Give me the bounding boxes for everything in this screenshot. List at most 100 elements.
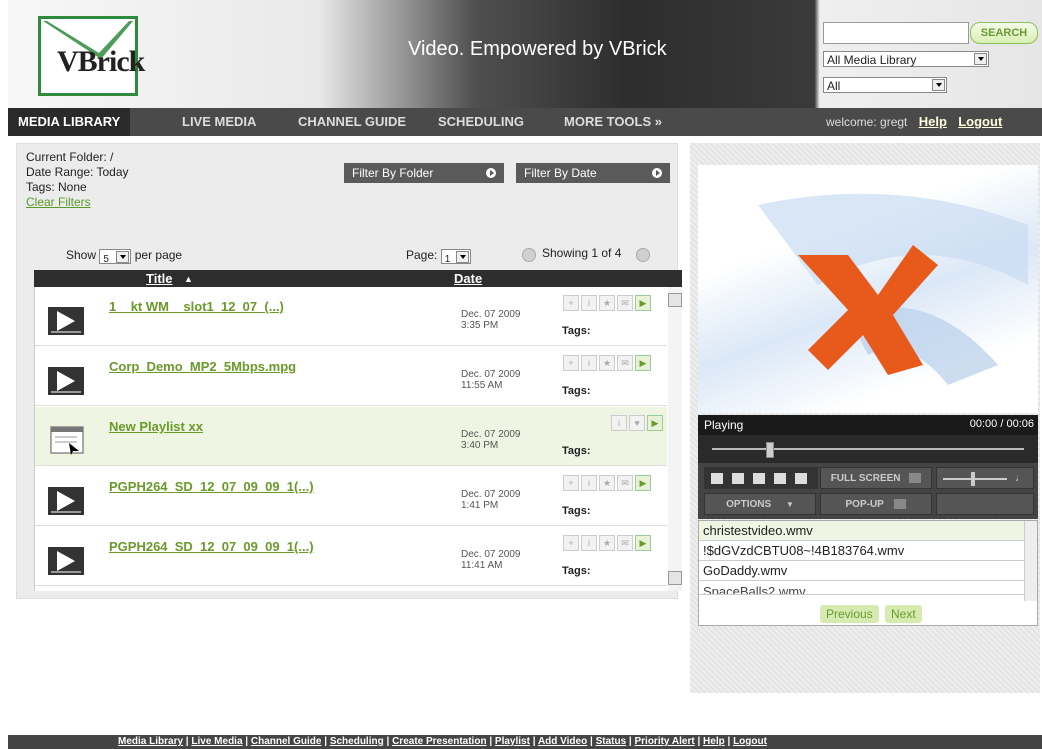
media-title-link[interactable]: 1__kt WM__slot1_12_07_(...): [109, 299, 284, 314]
table-row[interactable]: PGPH264_SD_12_07_09_09_1(...) Dec. 07 20…: [35, 467, 667, 526]
per-page-select[interactable]: 5: [99, 249, 132, 265]
play-icon[interactable]: ▶: [635, 535, 651, 551]
star-icon[interactable]: ★: [599, 355, 615, 371]
footer-separator: |: [383, 736, 393, 747]
page-select[interactable]: 1: [440, 249, 471, 265]
footer-link-playlist[interactable]: Playlist: [495, 736, 530, 747]
pause-icon[interactable]: [732, 473, 744, 484]
add-icon[interactable]: +: [563, 295, 579, 311]
playlist-item[interactable]: christestvideo.wmv: [699, 521, 1025, 541]
info-icon[interactable]: i: [611, 415, 627, 431]
email-icon[interactable]: ✉: [617, 535, 633, 551]
email-icon[interactable]: ✉: [617, 475, 633, 491]
table-row[interactable]: New Playlist xx Dec. 07 2009 3:40 PM Tags…: [35, 407, 667, 466]
playlist-item[interactable]: SpaceBalls2.wmv: [699, 581, 1025, 595]
play-icon[interactable]: ▶: [635, 355, 651, 371]
seek-handle[interactable]: [766, 442, 774, 458]
time-text: 3:35 PM: [461, 320, 499, 331]
add-icon[interactable]: +: [563, 475, 579, 491]
playlist-item[interactable]: GoDaddy.wmv: [699, 561, 1025, 581]
logout-link[interactable]: Logout: [958, 114, 1002, 129]
filter-select[interactable]: All: [823, 77, 947, 93]
play-icon[interactable]: [711, 473, 723, 484]
fast-forward-icon[interactable]: [795, 473, 807, 484]
footer-separator: |: [587, 736, 596, 747]
volume-handle[interactable]: [971, 472, 975, 486]
footer-link-status[interactable]: Status: [596, 736, 627, 747]
clear-filters-link[interactable]: Clear Filters: [26, 195, 129, 210]
media-title-link[interactable]: PGPH264_SD_12_07_09_09_1(...): [109, 539, 314, 554]
sort-up-icon[interactable]: ▲: [184, 274, 193, 284]
options-button[interactable]: OPTIONS ▼: [704, 493, 816, 515]
info-icon[interactable]: i: [581, 535, 597, 551]
play-icon[interactable]: ▶: [635, 295, 651, 311]
prev-page-icon[interactable]: [522, 248, 536, 262]
full-screen-button[interactable]: FULL SCREEN: [820, 467, 932, 489]
table-row[interactable]: 1__kt WM__slot1_12_07_(...) Dec. 07 2009…: [35, 287, 667, 346]
footer-link-media-library[interactable]: Media Library: [118, 736, 183, 747]
footer-link-priority-alert[interactable]: Priority Alert: [634, 736, 694, 747]
vbrick-logo[interactable]: VBrick: [38, 16, 145, 96]
table-row[interactable]: Corp_Demo_MP2_5Mbps.mpg Dec. 07 2009 11:5…: [35, 347, 667, 406]
nav-media-library[interactable]: MEDIA LIBRARY: [8, 108, 131, 136]
scroll-up-icon[interactable]: [668, 293, 682, 307]
footer-link-live-media[interactable]: Live Media: [191, 736, 242, 747]
next-button[interactable]: Next: [885, 605, 922, 623]
row-actions: + i ★ ✉ ▶: [561, 535, 651, 551]
col-date-header[interactable]: Date: [454, 271, 482, 286]
play-icon[interactable]: ▶: [647, 415, 663, 431]
library-select[interactable]: All Media Library: [823, 51, 989, 67]
play-icon[interactable]: ▶: [635, 475, 651, 491]
footer-link-create-presentation[interactable]: Create Presentation: [392, 736, 486, 747]
footer-link-channel-guide[interactable]: Channel Guide: [251, 736, 322, 747]
nav-scheduling[interactable]: SCHEDULING: [438, 108, 524, 136]
footer-links: Media Library | Live Media | Channel Gui…: [118, 735, 767, 749]
chevron-down-icon: ▼: [785, 500, 794, 509]
video-area[interactable]: [698, 165, 1038, 413]
info-icon[interactable]: i: [581, 355, 597, 371]
star-icon[interactable]: ★: [599, 295, 615, 311]
nav-channel-guide[interactable]: CHANNEL GUIDE: [298, 108, 406, 136]
footer-link-scheduling[interactable]: Scheduling: [330, 736, 384, 747]
info-icon[interactable]: i: [581, 295, 597, 311]
nav-live-media[interactable]: LIVE MEDIA: [182, 108, 256, 136]
table-scrollbar[interactable]: [668, 287, 682, 591]
filter-by-date-button[interactable]: Filter By Date: [516, 163, 670, 183]
add-icon[interactable]: +: [563, 355, 579, 371]
email-icon[interactable]: ✉: [617, 295, 633, 311]
playlist-item[interactable]: !$dGVzdCBTU08~!4B183764.wmv: [699, 541, 1025, 561]
popup-button[interactable]: POP-UP: [820, 493, 932, 515]
chevron-down-icon: [455, 251, 469, 263]
playlist-scrollbar[interactable]: [1024, 521, 1037, 601]
media-title-link[interactable]: New Playlist xx: [109, 419, 203, 434]
filter-by-folder-button[interactable]: Filter By Folder: [344, 163, 504, 183]
volume-control[interactable]: ♩: [936, 467, 1034, 489]
transport-buttons: [704, 467, 818, 489]
col-title-header[interactable]: Title: [146, 271, 173, 286]
heart-icon[interactable]: ♥: [629, 415, 645, 431]
page-value: 1: [444, 254, 451, 265]
previous-button[interactable]: Previous: [820, 605, 879, 623]
star-icon[interactable]: ★: [599, 535, 615, 551]
stop-icon[interactable]: [753, 473, 765, 484]
footer-link-logout[interactable]: Logout: [733, 736, 767, 747]
footer-link-help[interactable]: Help: [703, 736, 725, 747]
footer-link-add-video[interactable]: Add Video: [538, 736, 587, 747]
table-row[interactable]: PGPH264_SD_12_07_09_09_1(...) Dec. 07 20…: [35, 527, 667, 586]
speaker-icon[interactable]: ♩: [1015, 468, 1025, 490]
scroll-down-icon[interactable]: [668, 571, 682, 585]
nav-more-tools[interactable]: MORE TOOLS »: [564, 108, 662, 136]
next-page-icon[interactable]: [636, 248, 650, 262]
help-link[interactable]: Help: [919, 114, 947, 129]
star-icon[interactable]: ★: [599, 475, 615, 491]
search-button[interactable]: SEARCH: [970, 22, 1038, 44]
email-icon[interactable]: ✉: [617, 355, 633, 371]
date-range: Date Range: Today: [26, 165, 129, 179]
add-icon[interactable]: +: [563, 535, 579, 551]
seek-bar[interactable]: [698, 435, 1038, 463]
search-input[interactable]: [823, 22, 969, 44]
media-title-link[interactable]: PGPH264_SD_12_07_09_09_1(...): [109, 479, 314, 494]
media-title-link[interactable]: Corp_Demo_MP2_5Mbps.mpg: [109, 359, 296, 374]
info-icon[interactable]: i: [581, 475, 597, 491]
rewind-icon[interactable]: [774, 473, 786, 484]
